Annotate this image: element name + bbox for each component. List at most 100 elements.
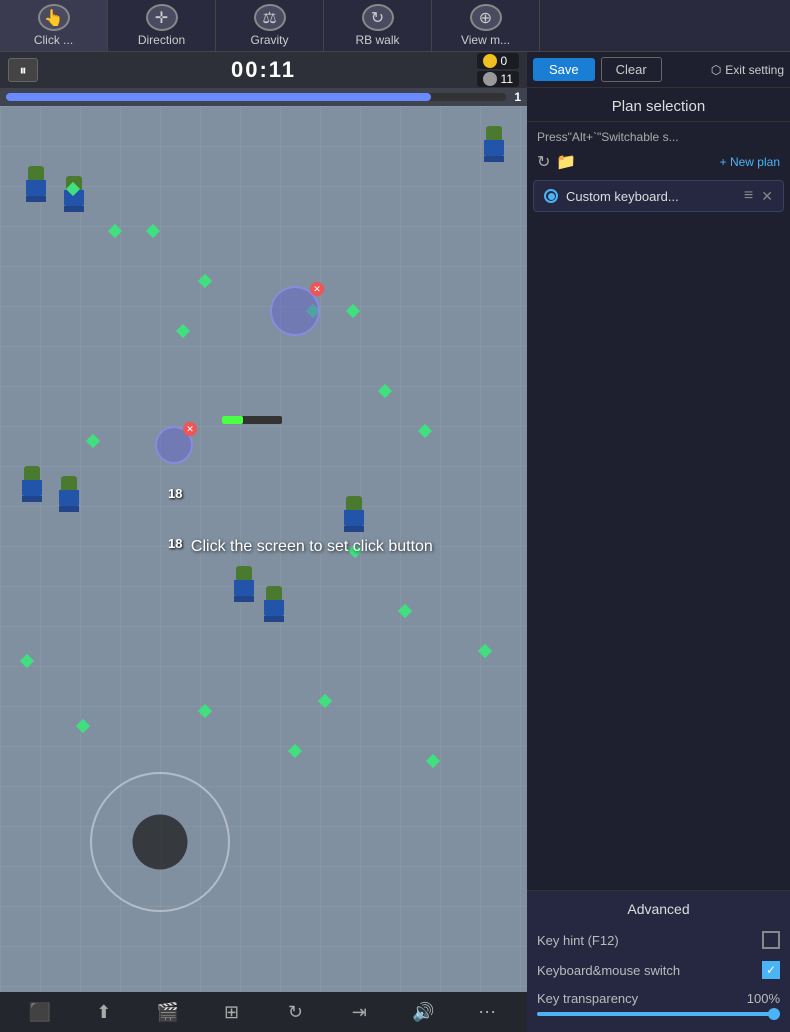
gem bbox=[346, 304, 360, 318]
fire-button-1[interactable]: ✕ bbox=[270, 286, 320, 336]
score-gray-row: 11 bbox=[477, 71, 519, 87]
kb-mouse-row: Keyboard&mouse switch ✓ bbox=[537, 955, 780, 985]
toolbar-view-more[interactable]: ⊕ View m... bbox=[432, 0, 540, 51]
plan-radio-inner bbox=[548, 193, 555, 200]
gem bbox=[398, 604, 412, 618]
ctrl-more[interactable]: ⋯ bbox=[471, 996, 503, 1028]
gem bbox=[108, 224, 122, 238]
fire-btn-1-close[interactable]: ✕ bbox=[310, 282, 324, 296]
toolbar-click[interactable]: 👆 Click ... bbox=[0, 0, 108, 51]
folder-icon[interactable]: 📁 bbox=[556, 152, 576, 172]
plan-selection-header: Plan selection bbox=[527, 88, 790, 122]
battle-score-1: 18 bbox=[168, 486, 182, 501]
gem bbox=[198, 274, 212, 288]
click-label: Click ... bbox=[34, 33, 73, 47]
fire-btn-2-close[interactable]: ✕ bbox=[183, 422, 197, 436]
plan-radio[interactable] bbox=[544, 189, 558, 203]
ctrl-tab[interactable]: ⇥ bbox=[343, 996, 375, 1028]
gem bbox=[478, 644, 492, 658]
ctrl-rotate[interactable]: ↻ bbox=[279, 996, 311, 1028]
zombie bbox=[480, 126, 508, 162]
gem bbox=[288, 744, 302, 758]
ctrl-volume[interactable]: 🔊 bbox=[407, 996, 439, 1028]
zombie bbox=[18, 466, 46, 502]
game-grid[interactable]: Click the screen to set click button ✕ ✕ bbox=[0, 106, 527, 992]
game-hud: ⏸ 00:11 0 11 bbox=[0, 52, 527, 88]
toolbar-gravity[interactable]: ⚖ Gravity bbox=[216, 0, 324, 51]
joystick-base[interactable] bbox=[90, 772, 230, 912]
zombie bbox=[340, 496, 368, 532]
gem bbox=[20, 654, 34, 668]
gold-icon bbox=[483, 54, 497, 68]
advanced-title: Advanced bbox=[537, 901, 780, 925]
transparency-label: Key transparency bbox=[537, 991, 638, 1006]
zombie bbox=[22, 166, 50, 202]
ctrl-stop[interactable]: ⬛ bbox=[24, 996, 56, 1028]
key-hint-row: Key hint (F12) bbox=[537, 925, 780, 955]
rb-walk-icon: ↻ bbox=[362, 4, 394, 31]
kb-mouse-label: Keyboard&mouse switch bbox=[537, 963, 680, 978]
exit-setting-label: Exit setting bbox=[725, 63, 784, 77]
direction-label: Direction bbox=[138, 33, 185, 47]
ctrl-grid[interactable]: ⊞ bbox=[216, 996, 248, 1028]
game-area[interactable]: ⏸ 00:11 0 11 1 Click the sc bbox=[0, 52, 527, 1032]
score-gray: 11 bbox=[501, 72, 513, 86]
view-more-icon: ⊕ bbox=[470, 4, 502, 31]
gem bbox=[176, 324, 190, 338]
progress-bar bbox=[6, 93, 506, 101]
progress-num: 1 bbox=[514, 90, 521, 104]
health-bar-fill bbox=[222, 416, 243, 424]
save-button[interactable]: Save bbox=[533, 58, 595, 81]
ctrl-up[interactable]: ⬆ bbox=[88, 996, 120, 1028]
action-row: Save Clear ⬡ Exit setting bbox=[527, 52, 790, 88]
health-bar-bg bbox=[222, 416, 282, 424]
transparency-label-row: Key transparency 100% bbox=[537, 991, 780, 1006]
score-gold: 0 bbox=[501, 54, 508, 68]
gem bbox=[76, 719, 90, 733]
zombie bbox=[230, 566, 258, 602]
ctrl-record[interactable]: 🎬 bbox=[152, 996, 184, 1028]
direction-icon: ✛ bbox=[146, 4, 178, 31]
kb-mouse-checkbox[interactable]: ✓ bbox=[762, 961, 780, 979]
gem bbox=[198, 704, 212, 718]
transparency-slider-track[interactable] bbox=[537, 1012, 780, 1016]
progress-fill bbox=[6, 93, 431, 101]
joystick-thumb bbox=[133, 815, 188, 870]
battle-score-2: 18 bbox=[168, 536, 182, 551]
main-content: ⏸ 00:11 0 11 1 Click the sc bbox=[0, 52, 790, 1032]
plan-close-icon[interactable]: ✕ bbox=[761, 188, 773, 205]
view-more-label: View m... bbox=[461, 33, 510, 47]
pause-button[interactable]: ⏸ bbox=[8, 58, 38, 82]
transparency-slider-thumb[interactable] bbox=[768, 1008, 780, 1020]
plan-icons-row: ↻ 📁 + New plan bbox=[527, 148, 790, 176]
plan-name: Custom keyboard... bbox=[566, 189, 736, 204]
transparency-slider-fill bbox=[537, 1012, 780, 1016]
refresh-icon[interactable]: ↻ bbox=[537, 152, 550, 172]
gray-icon bbox=[483, 72, 497, 86]
score-area: 0 11 bbox=[477, 53, 519, 87]
click-icon: 👆 bbox=[38, 4, 70, 31]
game-timer: 00:11 bbox=[231, 57, 296, 83]
transparency-row: Key transparency 100% bbox=[537, 985, 780, 1022]
click-instruction: Click the screen to set click button bbox=[191, 538, 433, 556]
plan-item[interactable]: Custom keyboard... ≡ ✕ bbox=[533, 180, 784, 212]
rb-walk-label: RB walk bbox=[355, 33, 399, 47]
plan-menu-icon[interactable]: ≡ bbox=[744, 187, 753, 205]
top-toolbar: 👆 Click ... ✛ Direction ⚖ Gravity ↻ RB w… bbox=[0, 0, 790, 52]
new-plan-button[interactable]: + New plan bbox=[720, 155, 780, 169]
zombie bbox=[55, 476, 83, 512]
gem bbox=[378, 384, 392, 398]
exit-setting-button[interactable]: ⬡ Exit setting bbox=[711, 63, 784, 77]
fire-button-2[interactable]: ✕ bbox=[155, 426, 193, 464]
gem bbox=[418, 424, 432, 438]
gem bbox=[318, 694, 332, 708]
right-panel: Save Clear ⬡ Exit setting Plan selection… bbox=[527, 52, 790, 1032]
gem bbox=[426, 754, 440, 768]
clear-button[interactable]: Clear bbox=[601, 57, 662, 82]
gem bbox=[86, 434, 100, 448]
gem bbox=[146, 224, 160, 238]
key-hint-checkbox[interactable] bbox=[762, 931, 780, 949]
toolbar-direction[interactable]: ✛ Direction bbox=[108, 0, 216, 51]
toolbar-rb-walk[interactable]: ↻ RB walk bbox=[324, 0, 432, 51]
transparency-value: 100% bbox=[747, 991, 780, 1006]
